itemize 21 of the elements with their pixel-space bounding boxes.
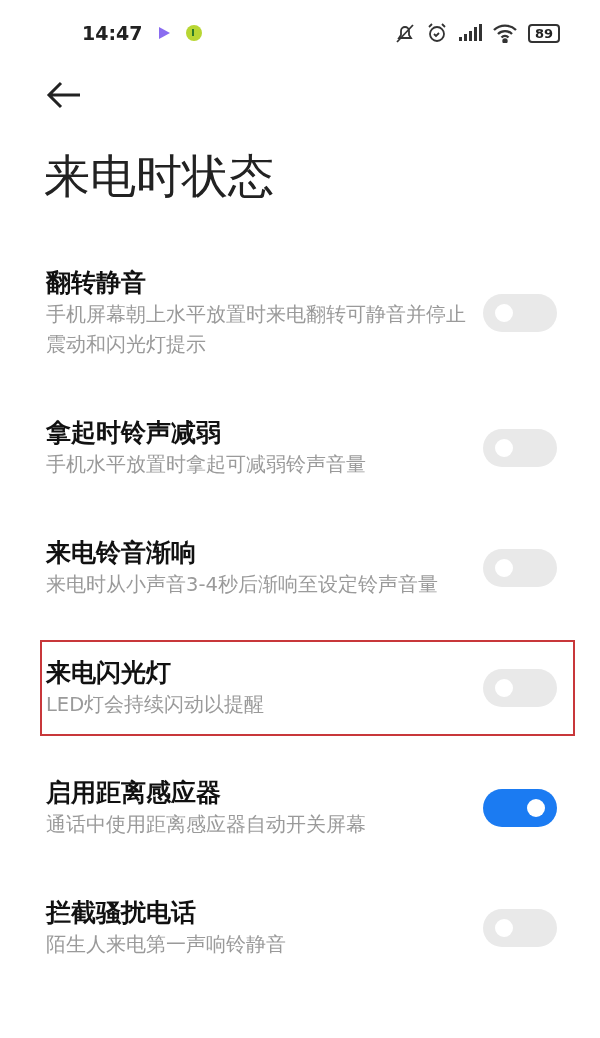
setting-description: LED灯会持续闪动以提醒	[46, 692, 266, 718]
setting-title: 拦截骚扰电话	[46, 897, 197, 929]
setting-description: 通话中使用距离感应器自动开关屏幕	[46, 812, 367, 838]
setting-description: 来电时从小声音3-4秒后渐响至设定铃声音量	[46, 572, 439, 598]
setting-description: 手机屏幕朝上水平放置时来电翻转可静音并停止震动和闪光灯提示	[46, 302, 467, 358]
setting-title: 翻转静音	[46, 267, 147, 299]
setting-title: 来电闪光灯	[46, 657, 172, 689]
battery-level: 89	[527, 23, 560, 43]
status-time: 14:47	[82, 22, 143, 44]
setting-title: 来电铃音渐响	[46, 537, 197, 569]
back-button[interactable]	[46, 80, 82, 110]
setting-description: 陌生人来电第一声响铃静音	[46, 932, 287, 958]
music-icon	[186, 25, 203, 41]
page-title: 来电时状态	[44, 148, 275, 205]
setting-title: 启用距离感应器	[46, 777, 222, 809]
setting-description: 手机水平放置时拿起可减弱铃声音量	[46, 452, 367, 478]
wifi-icon	[491, 23, 518, 43]
bell-off-icon	[393, 22, 416, 44]
setting-title: 拿起时铃声减弱	[46, 417, 222, 449]
signal-icon	[457, 24, 482, 42]
toggle-switch[interactable]	[483, 789, 557, 827]
